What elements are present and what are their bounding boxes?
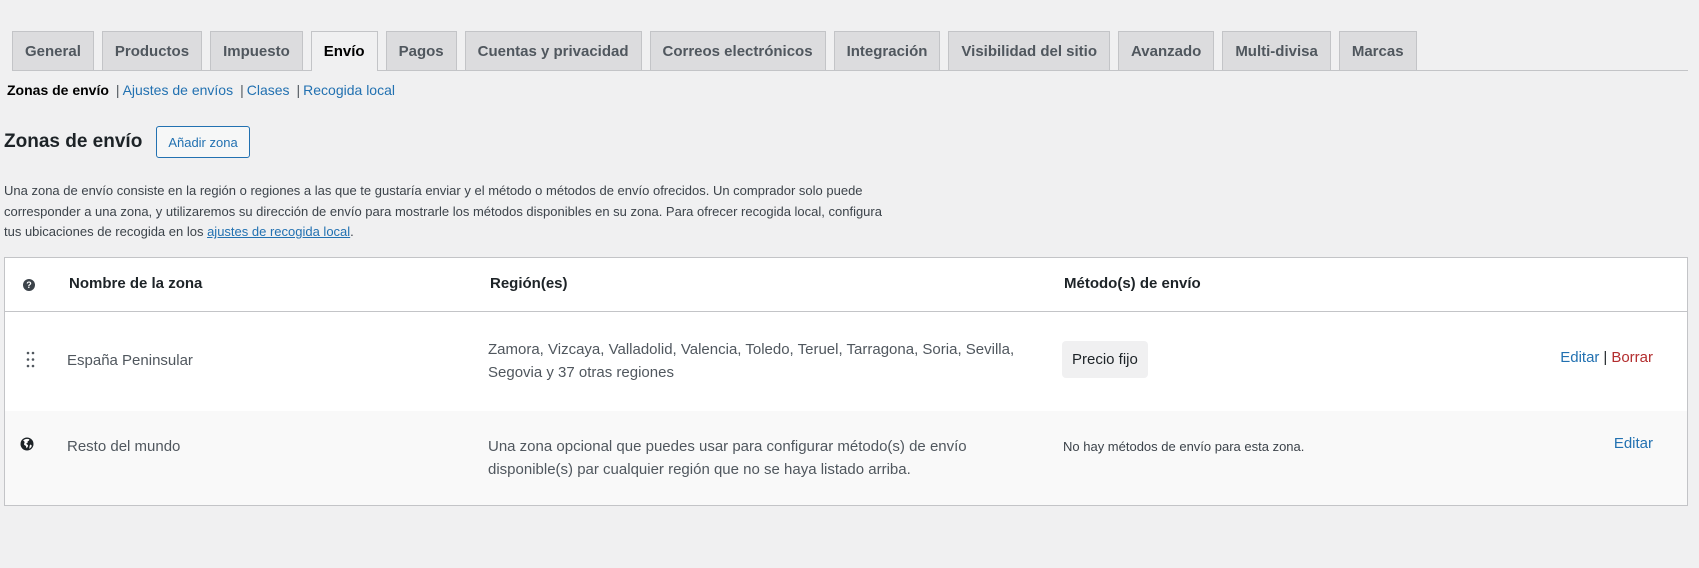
- table-row: Resto del mundo Una zona opcional que pu…: [5, 411, 1687, 505]
- zone-name: España Peninsular: [67, 352, 193, 369]
- edit-link[interactable]: Editar: [1560, 349, 1599, 366]
- pickup-settings-link[interactable]: ajustes de recogida local: [207, 224, 350, 239]
- tab-pagos[interactable]: Pagos: [385, 31, 457, 70]
- table-header: ? Nombre de la zona Región(es) Método(s)…: [5, 258, 1687, 312]
- description-text: Una zona de envío consiste en la región …: [4, 183, 882, 239]
- shipping-subnav: Zonas de envío | Ajustes de envíos | Cla…: [7, 82, 395, 98]
- subnav-separator: |: [240, 82, 244, 98]
- zones-heading: Zonas de envío Añadir zona: [4, 126, 250, 158]
- subnav-link-ajustes[interactable]: Ajustes de envíos: [123, 82, 234, 98]
- subnav-zonas-current: Zonas de envío: [7, 82, 109, 98]
- no-methods-text: No hay métodos de envío para esta zona.: [1063, 439, 1305, 454]
- tab-correos[interactable]: Correos electrónicos: [649, 31, 826, 70]
- subnav-separator: |: [296, 82, 301, 98]
- tab-general[interactable]: General: [12, 31, 94, 70]
- row-actions: Editar: [1614, 435, 1653, 453]
- column-header-regions: Región(es): [490, 275, 568, 292]
- shipping-zones-table: ? Nombre de la zona Región(es) Método(s)…: [4, 257, 1688, 506]
- zone-regions: Una zona opcional que puedes usar para c…: [488, 438, 967, 478]
- tab-avanzado[interactable]: Avanzado: [1118, 31, 1215, 70]
- page-title: Zonas de envío: [4, 131, 143, 152]
- tab-productos[interactable]: Productos: [101, 31, 203, 70]
- tab-cuentas-privacidad[interactable]: Cuentas y privacidad: [464, 31, 642, 70]
- column-header-methods: Método(s) de envío: [1064, 275, 1201, 292]
- tab-envio[interactable]: Envío: [310, 31, 378, 71]
- tab-integracion[interactable]: Integración: [833, 31, 941, 70]
- tab-multi-divisa[interactable]: Multi-divisa: [1222, 31, 1331, 70]
- delete-link[interactable]: Borrar: [1611, 349, 1653, 366]
- column-header-name: Nombre de la zona: [69, 275, 203, 292]
- drag-handle-icon[interactable]: [26, 351, 35, 373]
- help-icon[interactable]: ?: [23, 279, 35, 291]
- description-end: .: [350, 224, 354, 239]
- settings-tabs: General Productos Impuesto Envío Pagos C…: [12, 30, 1688, 71]
- tab-visibilidad[interactable]: Visibilidad del sitio: [948, 31, 1111, 70]
- globe-icon: [20, 437, 34, 456]
- shipping-method-chip[interactable]: Precio fijo: [1062, 341, 1148, 378]
- tab-marcas[interactable]: Marcas: [1338, 31, 1417, 70]
- zone-regions: Zamora, Vizcaya, Valladolid, Valencia, T…: [488, 341, 1015, 381]
- zones-description: Una zona de envío consiste en la región …: [4, 181, 884, 243]
- subnav-link-recogida[interactable]: Recogida local: [303, 82, 395, 98]
- add-zone-button[interactable]: Añadir zona: [156, 126, 250, 158]
- row-actions: Editar | Borrar: [1560, 349, 1653, 366]
- zone-name: Resto del mundo: [67, 438, 181, 455]
- tab-impuesto[interactable]: Impuesto: [210, 31, 303, 70]
- edit-link[interactable]: Editar: [1614, 435, 1653, 452]
- subnav-separator: |: [115, 82, 120, 98]
- table-row: España Peninsular Zamora, Vizcaya, Valla…: [5, 311, 1687, 412]
- actions-separator: |: [1603, 349, 1608, 366]
- subnav-link-clases[interactable]: Clases: [247, 82, 290, 98]
